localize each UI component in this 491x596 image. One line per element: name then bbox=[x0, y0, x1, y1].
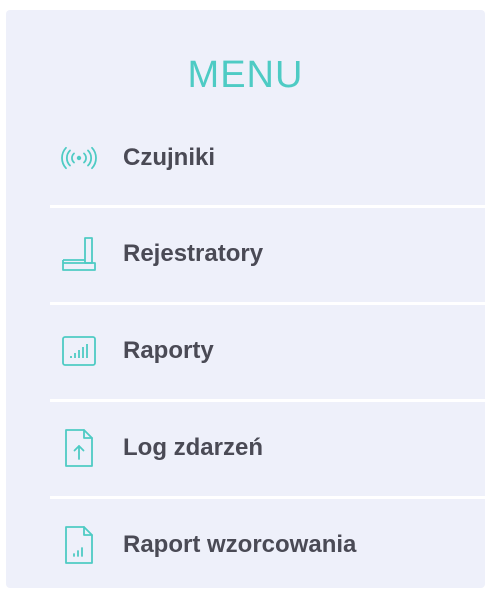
menu-title: MENU bbox=[187, 54, 304, 96]
calibration-report-file-icon bbox=[58, 524, 100, 566]
menu-item-label: Raporty bbox=[123, 336, 214, 364]
event-log-file-icon bbox=[58, 427, 100, 469]
menu-item-label: Log zdarzeń bbox=[123, 433, 264, 461]
menu-item-label: Czujniki bbox=[123, 144, 216, 171]
menu-panel: MENU Czujniki Rejestratory Raporty Log z… bbox=[6, 10, 485, 588]
menu-item-log-zdarzen[interactable]: Log zdarzeń bbox=[50, 399, 485, 496]
menu-list: Czujniki Rejestratory Raporty Log zdarze… bbox=[50, 111, 485, 593]
menu-item-raport-wzorcowania[interactable]: Raport wzorcowania bbox=[50, 496, 485, 593]
menu-item-label: Rejestratory bbox=[123, 239, 264, 267]
report-chart-icon bbox=[58, 330, 100, 372]
menu-item-rejestratory[interactable]: Rejestratory bbox=[50, 205, 485, 302]
sensor-signal-icon bbox=[58, 137, 100, 179]
recorder-icon bbox=[58, 233, 100, 275]
menu-item-raporty[interactable]: Raporty bbox=[50, 302, 485, 399]
menu-item-label: Raport wzorcowania bbox=[123, 530, 357, 558]
menu-item-czujniki[interactable]: Czujniki bbox=[50, 111, 485, 205]
